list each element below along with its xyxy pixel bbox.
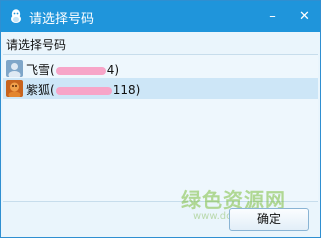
avatar-icon xyxy=(6,60,23,77)
title-bar[interactable]: 请选择号码 – ✕ xyxy=(1,1,320,32)
avatar-icon xyxy=(6,80,23,97)
account-label: 飞雪( 4) xyxy=(26,61,119,78)
redaction-mark xyxy=(55,66,106,75)
redaction-mark xyxy=(55,86,112,95)
account-list: 飞雪( 4) 紫狐( 118) xyxy=(3,54,318,201)
close-button[interactable]: ✕ xyxy=(297,9,312,24)
window-title: 请选择号码 xyxy=(29,12,95,27)
account-name: 紫狐( xyxy=(26,83,55,97)
prompt-label: 请选择号码 xyxy=(6,38,67,52)
dialog-window: 请选择号码 – ✕ 请选择号码 飞雪( 4) 紫狐( 118) 绿色资源网 确定 xyxy=(0,0,321,238)
ok-button[interactable]: 确定 xyxy=(229,208,309,231)
qq-penguin-icon xyxy=(11,9,21,23)
account-number-suffix: 118) xyxy=(112,83,141,97)
list-item[interactable]: 飞雪( 4) xyxy=(3,58,318,79)
minimize-button[interactable]: – xyxy=(265,9,280,24)
account-number-suffix: 4) xyxy=(106,63,120,77)
list-item-selected[interactable]: 紫狐( 118) xyxy=(3,78,318,99)
account-name: 飞雪( xyxy=(26,63,55,77)
account-label: 紫狐( 118) xyxy=(26,81,140,98)
